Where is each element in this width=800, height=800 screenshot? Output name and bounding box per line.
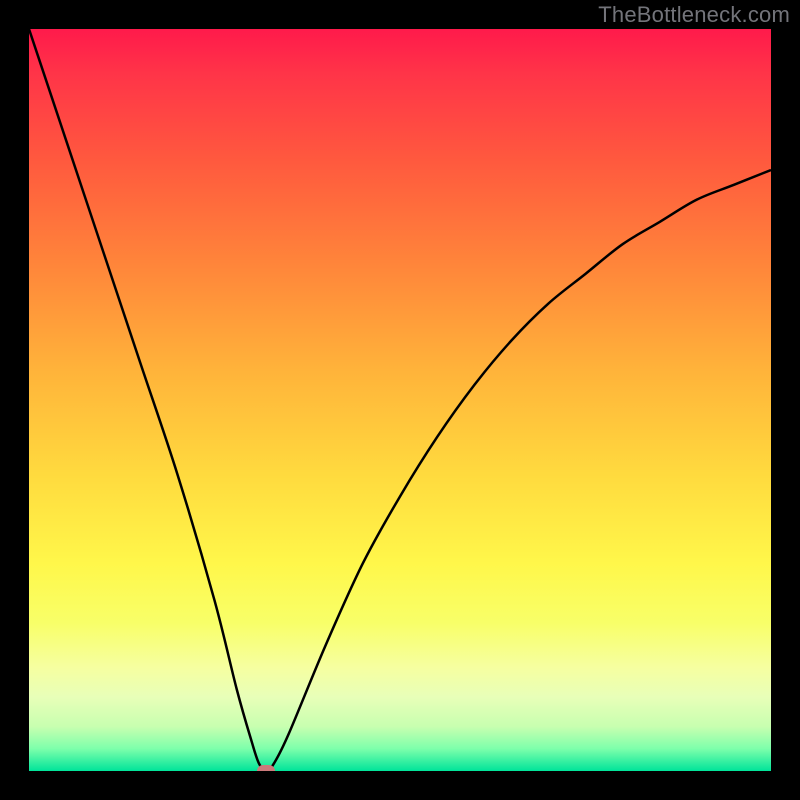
watermark-text: TheBottleneck.com: [598, 2, 790, 28]
plot-frame: [29, 29, 771, 771]
curve-svg: [29, 29, 771, 771]
bottleneck-curve: [29, 29, 771, 771]
optimal-point-marker: [257, 765, 275, 771]
